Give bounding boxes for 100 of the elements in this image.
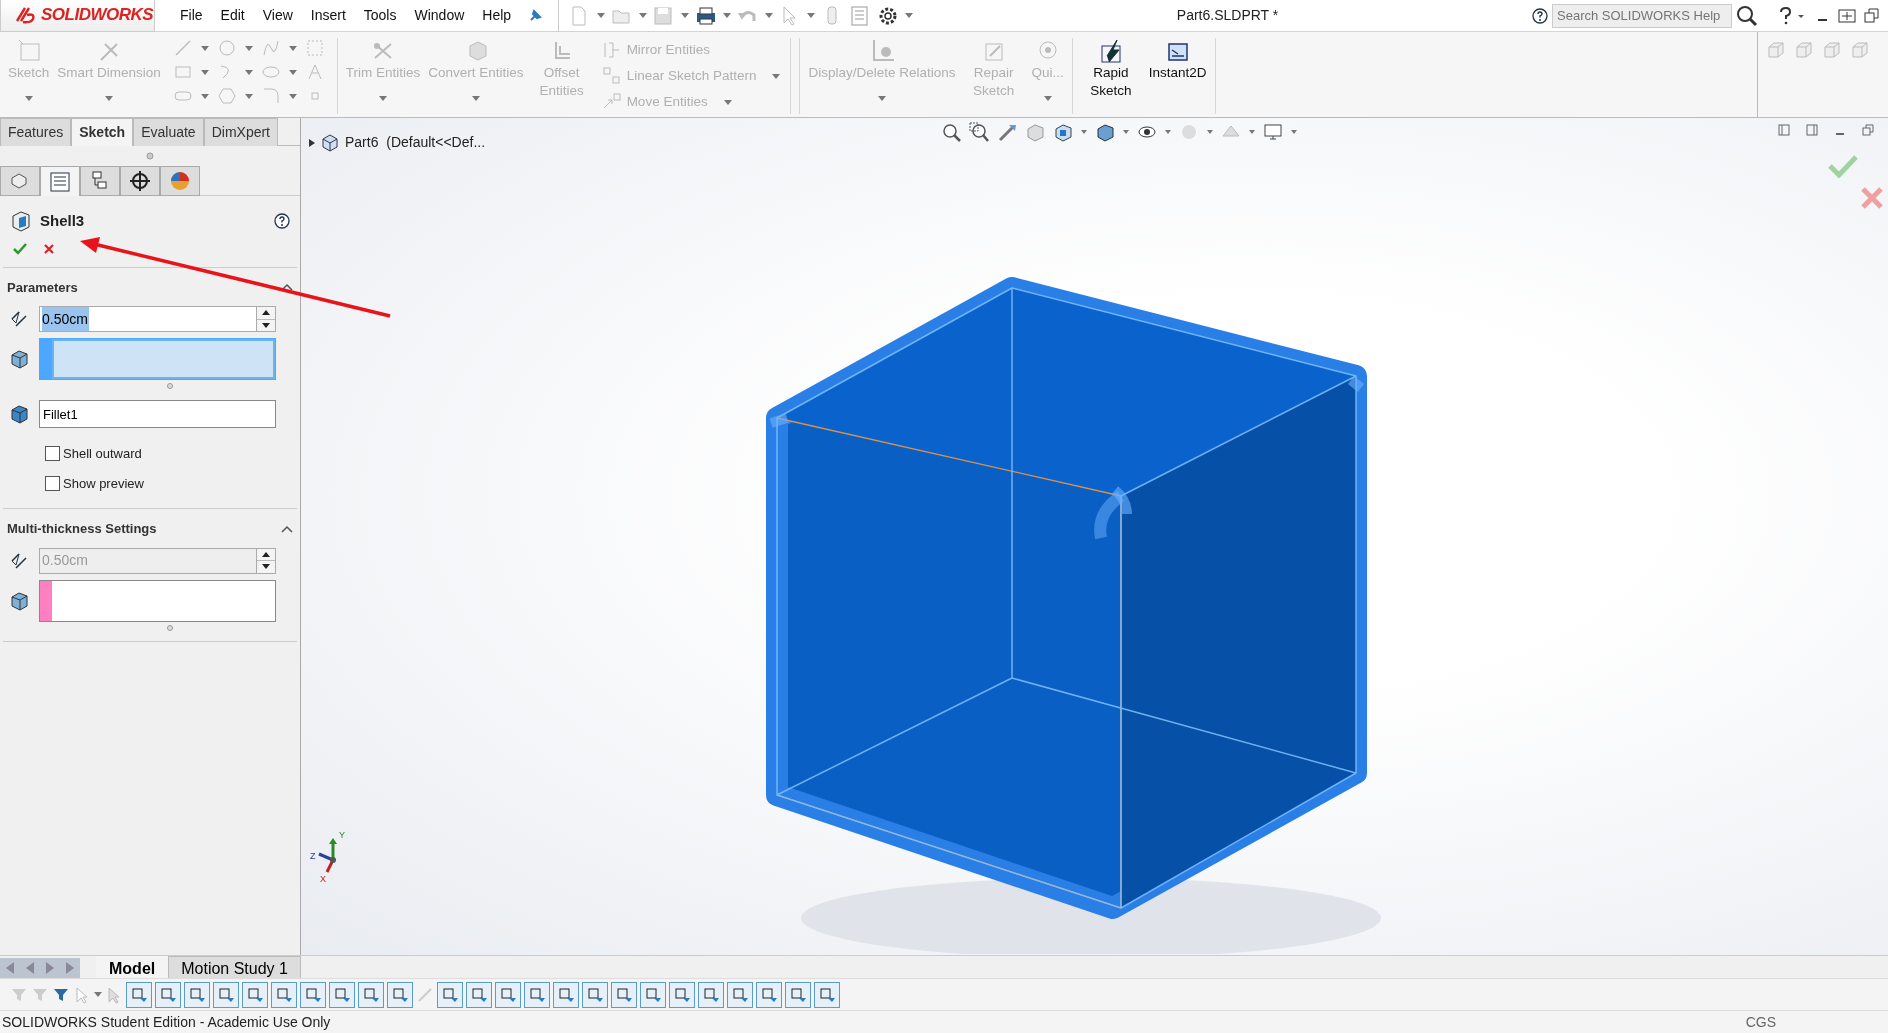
- caret-icon[interactable]: [200, 45, 209, 51]
- print-icon[interactable]: [695, 4, 718, 27]
- command-tab[interactable]: DimXpert: [203, 118, 278, 146]
- caret-icon[interactable]: [1165, 130, 1171, 134]
- filter-button[interactable]: [611, 981, 637, 1008]
- filter-button[interactable]: [698, 981, 724, 1008]
- caret-icon[interactable]: [1207, 130, 1213, 134]
- filter-button[interactable]: [358, 981, 384, 1008]
- pin-icon[interactable]: [528, 8, 543, 23]
- resize-handle-icon[interactable]: [167, 383, 173, 389]
- thickness-field[interactable]: 0.50cm: [39, 306, 256, 332]
- filter-button[interactable]: [582, 981, 608, 1008]
- collapse-icon[interactable]: [281, 524, 293, 533]
- caret-icon[interactable]: [597, 13, 606, 18]
- filter-button[interactable]: [437, 981, 463, 1008]
- command-tab[interactable]: Evaluate: [133, 118, 204, 146]
- caret-icon[interactable]: [1249, 130, 1255, 134]
- menu-item[interactable]: Window: [405, 5, 474, 26]
- zoom-area-icon[interactable]: [969, 122, 989, 142]
- filter-button[interactable]: [329, 981, 355, 1008]
- filter-button[interactable]: [300, 981, 326, 1008]
- view-orientation-icon[interactable]: [1053, 122, 1073, 142]
- caret-icon[interactable]: [288, 69, 297, 75]
- display-style-icon[interactable]: [1095, 122, 1115, 142]
- filter-button[interactable]: [640, 981, 666, 1008]
- menu-item[interactable]: File: [171, 5, 212, 26]
- caret-icon[interactable]: [723, 13, 732, 18]
- down-arrow-icon[interactable]: [262, 564, 270, 570]
- window-icon[interactable]: [1864, 7, 1880, 24]
- caret-icon[interactable]: [244, 45, 253, 51]
- filter-button[interactable]: [213, 981, 239, 1008]
- filter-button[interactable]: [126, 981, 152, 1008]
- expand-arrow-icon[interactable]: [309, 138, 315, 147]
- spin-buttons[interactable]: [256, 547, 276, 574]
- restore-icon[interactable]: [1838, 7, 1856, 24]
- filter-button[interactable]: [553, 981, 579, 1008]
- tree-item[interactable]: Part6 (Default<<Def...: [345, 132, 486, 153]
- menu-item[interactable]: Insert: [301, 5, 355, 26]
- caret-icon[interactable]: [94, 992, 102, 997]
- spin-buttons[interactable]: [256, 306, 276, 332]
- menu-item[interactable]: Edit: [211, 5, 254, 26]
- filter-button[interactable]: [756, 981, 782, 1008]
- help-icon[interactable]: [274, 213, 290, 230]
- caret-icon[interactable]: [200, 69, 209, 75]
- checkbox-option[interactable]: Show preview: [3, 468, 297, 498]
- caret-icon[interactable]: [288, 93, 297, 99]
- command-tab[interactable]: Features: [0, 118, 72, 146]
- ribbon-tool[interactable]: Rapid Sketch: [1076, 38, 1145, 114]
- model-tab[interactable]: Model: [96, 956, 169, 978]
- caret-icon[interactable]: [639, 13, 648, 18]
- model-tab[interactable]: Motion Study 1: [168, 956, 301, 978]
- units-label[interactable]: CGS: [1745, 1011, 1776, 1033]
- tile-right-icon[interactable]: [1806, 124, 1818, 136]
- manager-tab[interactable]: [120, 166, 160, 196]
- caret-icon[interactable]: [288, 45, 297, 51]
- menu-item[interactable]: View: [253, 5, 302, 26]
- previous-view-icon[interactable]: [997, 122, 1017, 142]
- filter-button[interactable]: [466, 981, 492, 1008]
- caret-icon[interactable]: [200, 93, 209, 99]
- ok-icon[interactable]: [13, 242, 27, 255]
- filter-button[interactable]: [524, 981, 550, 1008]
- caret-icon[interactable]: [244, 93, 253, 99]
- filter-button[interactable]: [727, 981, 753, 1008]
- faces-selection-box[interactable]: [39, 579, 276, 622]
- menu-item[interactable]: Help: [473, 5, 521, 26]
- filter-button[interactable]: [785, 981, 811, 1008]
- checkbox-option[interactable]: Shell outward: [3, 439, 297, 469]
- tile-left-icon[interactable]: [1778, 124, 1790, 136]
- menu-item[interactable]: Tools: [354, 5, 406, 26]
- filter-button[interactable]: [242, 981, 268, 1008]
- up-arrow-icon[interactable]: [262, 551, 270, 557]
- filter-button[interactable]: [155, 981, 181, 1008]
- down-arrow-icon[interactable]: [262, 322, 270, 328]
- caret-icon[interactable]: [244, 69, 253, 75]
- section-view-icon[interactable]: [1025, 122, 1045, 142]
- caret-icon[interactable]: [1291, 130, 1297, 134]
- caret-icon[interactable]: [905, 13, 914, 18]
- filter-button[interactable]: [495, 981, 521, 1008]
- ribbon-tool[interactable]: Instant2D: [1144, 38, 1211, 114]
- up-arrow-icon[interactable]: [262, 310, 270, 316]
- search-field[interactable]: Search SOLIDWORKS Help: [1552, 3, 1732, 28]
- caret-icon[interactable]: [765, 13, 774, 18]
- cancel-icon[interactable]: [43, 242, 55, 255]
- monitor-icon[interactable]: [1263, 122, 1283, 142]
- filter-button[interactable]: [387, 981, 413, 1008]
- caret-icon[interactable]: [1123, 130, 1129, 134]
- caret-icon[interactable]: [1081, 130, 1087, 134]
- caret-icon[interactable]: [807, 13, 816, 18]
- cancel-corner-icon[interactable]: [1860, 186, 1884, 210]
- collapse-icon[interactable]: [281, 283, 293, 292]
- faces-selection-box[interactable]: [39, 338, 276, 380]
- restore-icon[interactable]: [1862, 124, 1874, 136]
- filter-button[interactable]: [669, 981, 695, 1008]
- splitter-handle-icon[interactable]: [146, 152, 154, 160]
- filter-button[interactable]: [814, 981, 840, 1008]
- bodies-field[interactable]: Fillet1: [39, 400, 276, 428]
- zoom-fit-icon[interactable]: [941, 122, 961, 142]
- caret-icon[interactable]: [681, 13, 690, 18]
- resize-handle-icon[interactable]: [167, 624, 173, 631]
- filter-button[interactable]: [271, 981, 297, 1008]
